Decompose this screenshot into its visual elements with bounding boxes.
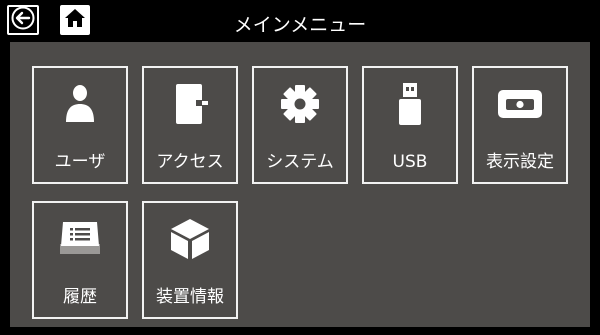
page-title: メインメニュー (233, 14, 367, 36)
menu-tile-usb[interactable]: USB (362, 66, 458, 184)
menu-tile-system[interactable]: システム (252, 66, 348, 184)
menu-tile-label: USB (392, 152, 428, 172)
title-bar: メインメニュー (0, 0, 600, 42)
menu-tile-label: アクセス (156, 152, 224, 172)
usb-icon (395, 82, 425, 130)
door-icon (170, 82, 210, 130)
menu-tile-label: 装置情報 (156, 287, 224, 307)
menu-tile-display-settings[interactable]: 表示設定 (472, 66, 568, 184)
display-icon (497, 88, 543, 124)
menu-tile-access[interactable]: アクセス (142, 66, 238, 184)
menu-tile-label: 表示設定 (486, 152, 554, 172)
menu-tile-history[interactable]: 履歴 (32, 201, 128, 319)
menu-tile-label: システム (266, 152, 334, 172)
log-book-icon (57, 220, 103, 262)
menu-panel: ユーザ アクセス システム USB 表示設定 履歴 装置情報 (10, 42, 590, 327)
menu-tile-label: ユーザ (54, 152, 106, 172)
user-icon (64, 84, 96, 128)
gear-icon (280, 84, 320, 128)
device-cube-icon (169, 217, 211, 265)
menu-tile-label: 履歴 (63, 287, 97, 307)
menu-tile-device-info[interactable]: 装置情報 (142, 201, 238, 319)
menu-tile-user[interactable]: ユーザ (32, 66, 128, 184)
